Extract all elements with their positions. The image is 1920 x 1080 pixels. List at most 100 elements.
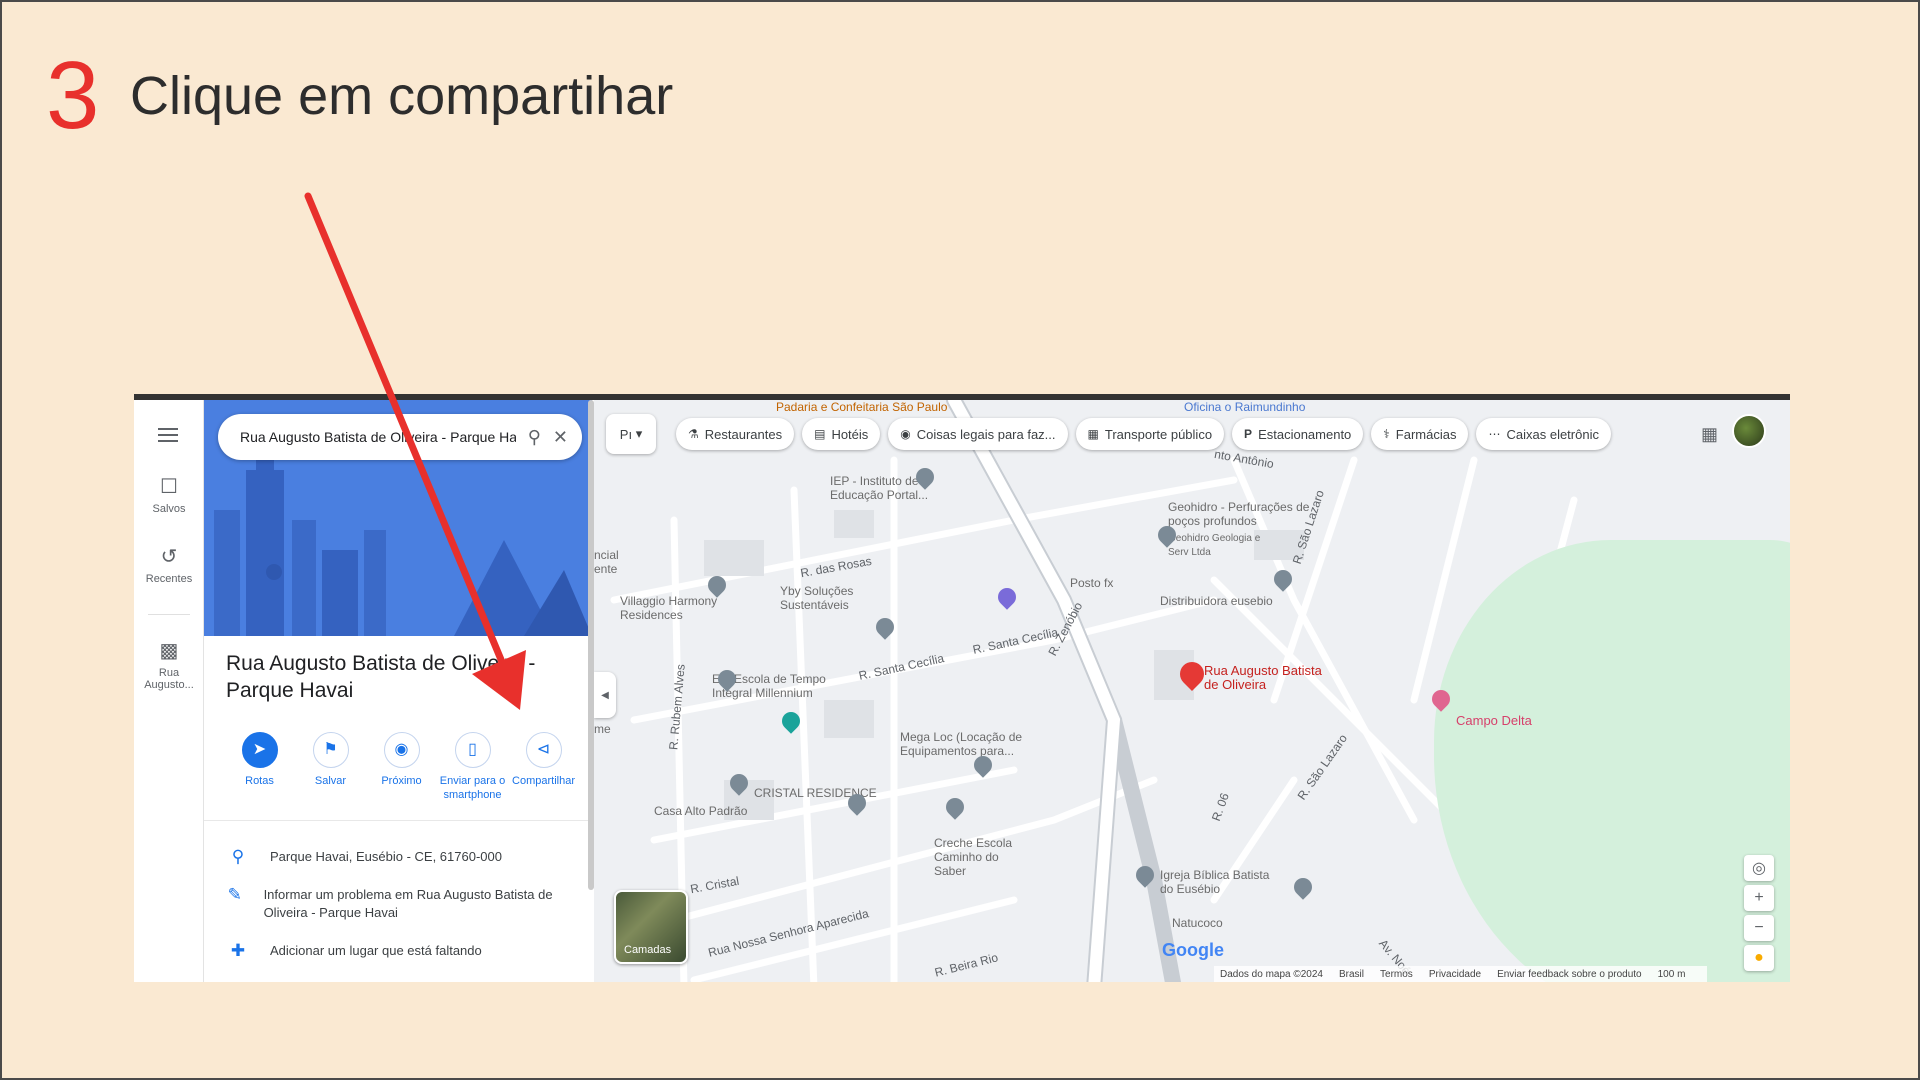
left-rail: ☐ Salvos ↺ Recentes ▩ Rua Augusto... [134, 400, 204, 982]
chip-pharmacies[interactable]: ⚕ Farmácias [1371, 418, 1469, 450]
footer-scale: 100 m [1657, 968, 1686, 980]
map-controls: ◎ + − ● [1744, 855, 1774, 975]
phone-icon: ▯ [454, 732, 491, 768]
pharmacy-icon: ⚕ [1383, 427, 1390, 441]
pencil-icon: ✎ [227, 885, 242, 904]
search-icon[interactable]: ⚲ [528, 427, 541, 448]
camera-icon: ◉ [900, 427, 911, 441]
label-yby[interactable]: Yby Soluções Sustentáveis [780, 584, 870, 612]
close-icon[interactable]: ✕ [553, 427, 568, 448]
nearby-button[interactable]: ◉ Próximo [366, 732, 437, 802]
chip-pharmacies-label: Farmácias [1395, 426, 1457, 442]
menu-icon[interactable] [158, 428, 178, 446]
share-button[interactable]: ⊲ Compartilhar [508, 732, 579, 802]
panel-divider [204, 820, 592, 821]
save-label: Salvar [314, 775, 347, 787]
apps-grid-icon[interactable]: ▦ [1701, 424, 1718, 445]
google-logo: Google [1162, 940, 1224, 960]
chip-restaurants[interactable]: ⚗ Restaurantes [676, 418, 795, 450]
search-box[interactable]: ⚲ ✕ [218, 414, 582, 460]
rail-item-recent-place[interactable]: ▩ Rua Augusto... [134, 638, 204, 691]
map-canvas[interactable]: ◀ Pı ▾ ⚗ Restaurantes ▤ Hotéis ◉ Coisas leg… [594, 400, 1790, 982]
place-title: Rua Augusto Batista de Oliveira - Parque… [226, 652, 536, 702]
label-igreja[interactable]: Igreja Bíblica Batista do Eusébio [1160, 868, 1280, 896]
chip-restaurants-label: Restaurantes [704, 426, 783, 442]
rail-divider [148, 614, 190, 615]
label-padaria[interactable]: Padaria e Confeitaria São Paulo [776, 400, 947, 414]
footer-feedback[interactable]: Enviar feedback sobre o produto [1497, 969, 1642, 980]
rail-recent-place-label: Rua Augusto... [144, 667, 194, 691]
label-creche[interactable]: Creche Escola Caminho do Saber [934, 836, 1034, 878]
address-text: Parque Havai, Eusébio - CE, 61760-000 [270, 849, 502, 864]
avatar[interactable] [1732, 414, 1766, 448]
add-place-row[interactable]: ✚ Adicionar um lugar que está faltando [226, 942, 576, 960]
chip-things-to-do[interactable]: ◉ Coisas legais para faz... [888, 418, 1068, 450]
label-oficina[interactable]: Oficina o Raimundinho [1184, 400, 1305, 414]
share-icon: ⊲ [525, 732, 562, 768]
parking-icon: P [1244, 427, 1253, 441]
bus-icon: ▦ [1087, 427, 1099, 441]
directions-button[interactable]: ➤ Rotas [224, 732, 295, 802]
label-geohidro-sub: Geohidro Geologia e Serv Ltda [1168, 533, 1261, 558]
layers-button[interactable]: Camadas [614, 890, 688, 964]
send-to-phone-button[interactable]: ▯ Enviar para o smartphone [437, 732, 508, 802]
nearby-icon: ◉ [383, 732, 420, 768]
location-pin-icon: ⚲ [231, 847, 245, 866]
chip-transit-label: Transporte público [1104, 426, 1213, 442]
step-instruction: Clique em compartihar [130, 66, 674, 126]
zoom-in-button[interactable]: + [1744, 885, 1774, 911]
label-geohidro[interactable]: Geohidro - Perfurações de poços profundo… [1168, 500, 1318, 528]
footer-country[interactable]: Brasil [1339, 969, 1364, 980]
report-problem-row[interactable]: ✎ Informar um problema em Rua Augusto Ba… [226, 886, 576, 922]
park-area [1434, 540, 1790, 982]
action-buttons: ➤ Rotas ⚑ Salvar ◉ Próximo ▯ Enviar para… [224, 732, 579, 802]
save-button[interactable]: ⚑ Salvar [295, 732, 366, 802]
maps-screenshot: ☐ Salvos ↺ Recentes ▩ Rua Augusto... Rua… [134, 394, 1790, 982]
step-number: 3 [46, 42, 100, 149]
rail-saved-label: Salvos [152, 503, 186, 515]
footer-data: Dados do mapa ©2024 [1220, 968, 1323, 980]
history-icon: ↺ [160, 546, 178, 568]
label-distribuidora[interactable]: Distribuidora eusebio [1160, 594, 1273, 608]
bookmark-icon: ⚑ [312, 732, 349, 768]
send-label: Enviar para o smartphone [439, 775, 506, 801]
label-casa-alto[interactable]: Casa Alto Padrão [654, 804, 747, 818]
rail-item-recent[interactable]: ↺ Recentes [134, 544, 204, 585]
zoom-out-button[interactable]: − [1744, 915, 1774, 941]
label-rua-augusto[interactable]: Rua Augusto Batista de Oliveira [1204, 664, 1324, 692]
label-mega-loc[interactable]: Mega Loc (Locação de Equipamentos para..… [900, 730, 1030, 758]
slide-title: 3 Clique em compartihar [46, 48, 673, 144]
share-label: Compartilhar [512, 775, 575, 787]
chip-parking-label: Estacionamento [1258, 426, 1352, 442]
category-chips: Pı ▾ ⚗ Restaurantes ▤ Hotéis ◉ Coisas legai… [606, 414, 1619, 454]
add-place-text: Adicionar um lugar que está faltando [270, 943, 482, 958]
place-thumbnail-icon: ▩ [159, 640, 179, 662]
collapse-panel-button[interactable]: ◀ [594, 672, 616, 718]
chip-atms-label: Caixas eletrônic [1506, 426, 1599, 442]
pegman-icon[interactable]: ● [1744, 945, 1774, 971]
address-row[interactable]: ⚲ Parque Havai, Eusébio - CE, 61760-000 [226, 848, 576, 866]
my-location-icon[interactable]: ◎ [1744, 855, 1774, 881]
chip-transit[interactable]: ▦ Transporte público [1075, 418, 1225, 450]
label-campo-delta[interactable]: Campo Delta [1456, 714, 1532, 728]
bookmark-icon: ☐ [160, 476, 178, 498]
rail-item-saved[interactable]: ☐ Salvos [134, 474, 204, 515]
label-posto[interactable]: Posto fx [1070, 576, 1113, 590]
fork-knife-icon: ⚗ [688, 427, 699, 441]
label-natucoco[interactable]: Natucoco [1172, 916, 1223, 930]
map-footer: Dados do mapa ©2024 Brasil Termos Privac… [1214, 966, 1708, 982]
label-me: me [594, 722, 611, 736]
directions-icon: ➤ [241, 732, 278, 768]
nearby-label: Próximo [381, 775, 422, 787]
footer-terms[interactable]: Termos [1380, 969, 1413, 980]
search-input[interactable] [240, 429, 516, 445]
add-place-icon: ✚ [230, 941, 246, 960]
layers-label: Camadas [624, 944, 672, 956]
chip-hotels[interactable]: ▤ Hotéis [802, 418, 881, 450]
chip-parking[interactable]: P Estacionamento [1232, 418, 1364, 450]
bed-icon: ▤ [814, 427, 826, 441]
footer-privacy[interactable]: Privacidade [1429, 969, 1481, 980]
label-villaggio[interactable]: Villaggio Harmony Residences [620, 594, 740, 622]
layer-selector[interactable]: Pı ▾ [606, 414, 656, 454]
chip-atms[interactable]: ⋯ Caixas eletrônic [1476, 418, 1611, 450]
